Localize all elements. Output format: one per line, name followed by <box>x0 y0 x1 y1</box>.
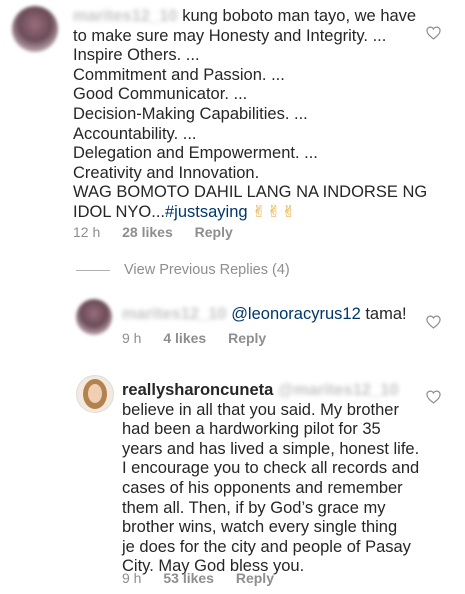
comment-line: Commitment and Passion. ... <box>73 65 285 84</box>
view-previous-replies[interactable]: View Previous Replies (4) <box>76 262 290 278</box>
comment-line: kung boboto man tayo, we have <box>182 7 417 25</box>
divider-line <box>76 269 110 271</box>
comment-line: WAG BOMOTO DAHIL LANG NA INDORSE NG <box>73 183 428 202</box>
username-blurred[interactable]: marites12_10 <box>73 7 178 25</box>
reply-body: reallysharoncuneta @marites12_10 believe… <box>122 381 442 577</box>
reply-line: je does for the city and people of Pasay <box>122 537 411 556</box>
likes-count[interactable]: 28 likes <box>122 224 173 240</box>
comment-body: marites12_10 kung boboto man tayo, we ha… <box>73 7 433 223</box>
comment-meta: 12 h 28 likes Reply <box>73 224 251 240</box>
username-link[interactable]: reallysharoncuneta <box>122 381 273 399</box>
timestamp: 12 h <box>73 224 101 240</box>
reply-line: had been a hardworking pilot for 35 <box>122 420 381 439</box>
likes-count[interactable]: 4 likes <box>163 330 206 346</box>
reply-line: them all. Then, if by God’s grace my <box>122 498 386 517</box>
reply-button[interactable]: Reply <box>236 570 274 586</box>
reply-line: believe in all that you said. My brother <box>122 400 399 419</box>
reply-line: cases of his opponents and remember <box>122 478 403 497</box>
avatar[interactable] <box>76 299 112 335</box>
mention-blurred[interactable]: @marites12_10 <box>278 381 399 399</box>
comment-line: IDOL NYO... <box>73 202 165 221</box>
comment-line: Inspire Others. ... <box>73 46 200 65</box>
reply-meta: 9 h 4 likes Reply <box>122 330 284 346</box>
reply-line: I encourage you to check all records and <box>122 459 420 478</box>
victory-hand-emoji: ✌✌✌ <box>252 202 297 221</box>
avatar[interactable] <box>76 375 114 413</box>
reply-body: marites12_10 @leonoracyrus12 tama! <box>122 305 422 325</box>
reply-line: years and has lived a simple, honest lif… <box>122 439 420 458</box>
view-previous-replies-label[interactable]: View Previous Replies (4) <box>124 262 290 278</box>
comment-line: Decision-Making Capabilities. ... <box>73 104 308 123</box>
reply-button[interactable]: Reply <box>228 330 266 346</box>
comment-line: Delegation and Empowerment. ... <box>73 144 318 163</box>
reply-text: tama! <box>360 305 407 323</box>
comment-line: to make sure may Honesty and Integrity. … <box>73 26 387 45</box>
avatar[interactable] <box>12 6 58 52</box>
reply-button[interactable]: Reply <box>195 224 233 240</box>
comment-line: Accountability. ... <box>73 124 197 143</box>
heart-outline-icon[interactable] <box>426 26 441 40</box>
timestamp: 9 h <box>122 330 142 346</box>
reply-meta: 9 h 53 likes Reply <box>122 570 292 586</box>
likes-count[interactable]: 53 likes <box>163 570 214 586</box>
heart-outline-icon[interactable] <box>426 390 441 404</box>
timestamp: 9 h <box>122 570 142 586</box>
username-blurred[interactable]: marites12_10 <box>122 305 227 323</box>
reply-line: brother wins, watch every single thing <box>122 518 398 537</box>
comment-line: Creativity and Innovation. <box>73 163 260 182</box>
hashtag-link[interactable]: #justsaying <box>165 203 248 221</box>
comment-line: Good Communicator. ... <box>73 85 248 104</box>
heart-outline-icon[interactable] <box>426 315 441 329</box>
mention-link[interactable]: @leonoracyrus12 <box>231 305 361 323</box>
